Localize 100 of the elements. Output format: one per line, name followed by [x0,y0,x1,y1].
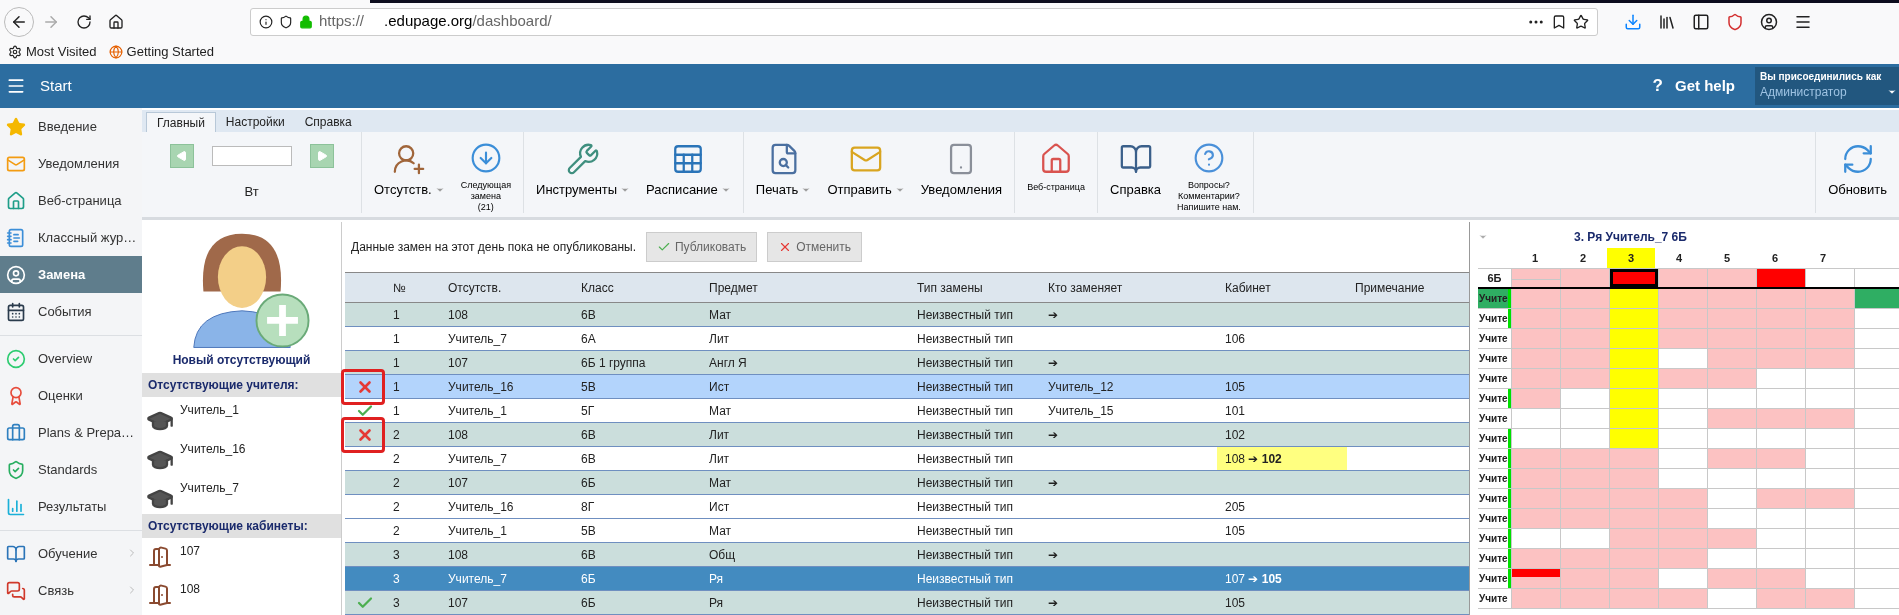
timetable-cell[interactable] [1512,409,1560,428]
timetable-cell[interactable] [1708,529,1756,548]
bookmark[interactable]: Most Visited [8,42,97,62]
menu-button[interactable]: Start [0,74,72,98]
star-icon[interactable] [1573,13,1589,30]
timetable-cell[interactable] [1512,509,1560,528]
teacher-label[interactable]: Учите [1478,409,1511,428]
timetable-cell[interactable] [1757,329,1805,348]
timetable-cell[interactable] [1757,569,1805,588]
timetable-cell[interactable] [1659,529,1707,548]
timetable-cell[interactable] [1855,449,1899,468]
timetable-cell[interactable] [1708,369,1756,388]
timetable-cell[interactable] [1806,509,1854,528]
ribbon-tab[interactable]: Главный [146,112,216,132]
timetable-cell[interactable] [1659,469,1707,488]
timetable-cell[interactable] [1855,309,1899,328]
column-header[interactable]: Тип замены [909,278,1040,297]
timetable-cell[interactable] [1561,429,1609,448]
timetable-cell[interactable] [1659,269,1707,287]
timetable-cell[interactable] [1610,549,1658,568]
teacher-label[interactable]: Учите [1478,389,1511,408]
timetable-cell[interactable] [1757,549,1805,568]
timetable-cell[interactable] [1757,369,1805,388]
timetable-cell[interactable] [1659,449,1707,468]
timetable-cell[interactable] [1708,449,1756,468]
timetable-cell[interactable] [1512,569,1560,588]
timetable-cell[interactable] [1708,569,1756,588]
account-icon[interactable] [1760,12,1778,31]
timetable-cell[interactable] [1757,529,1805,548]
timetable-cell[interactable] [1561,329,1609,348]
timetable-cell[interactable] [1855,329,1899,348]
timetable-cell[interactable] [1806,589,1854,608]
cancel-button[interactable]: Отменить [767,232,863,262]
period-header[interactable]: 2 [1559,248,1607,268]
toolbar-button[interactable]: Веб-страница [1019,132,1093,213]
timetable-cell[interactable] [1855,529,1899,548]
timetable-cell[interactable] [1806,409,1854,428]
timetable-cell[interactable] [1855,289,1899,308]
sidebar-item[interactable]: Уведомления [0,145,142,182]
timetable-cell[interactable] [1610,309,1658,328]
timetable-cell[interactable] [1806,549,1854,568]
period-header[interactable]: 5 [1703,248,1751,268]
timetable-cell[interactable] [1708,509,1756,528]
timetable-cell[interactable] [1708,289,1756,308]
timetable-cell[interactable] [1659,589,1707,608]
timetable-cell[interactable] [1610,389,1658,408]
timetable-cell[interactable] [1757,509,1805,528]
timetable-cell[interactable] [1659,389,1707,408]
timetable-cell[interactable] [1806,309,1854,328]
timetable-cell[interactable] [1757,309,1805,328]
table-row[interactable]: 3 108 6В Общ Неизвестный тип ➔ [345,543,1469,567]
timetable-cell[interactable] [1708,429,1756,448]
timetable-cell[interactable] [1659,509,1707,528]
absent-room[interactable]: 108 [180,580,201,599]
teacher-label[interactable]: Учите [1478,549,1511,568]
timetable-cell[interactable] [1708,489,1756,508]
sidebar-item[interactable]: Standards [0,451,142,488]
timetable-cell[interactable] [1806,289,1854,308]
timetable-cell[interactable] [1561,369,1609,388]
column-header[interactable]: Кто заменяет [1040,278,1217,297]
timetable-cell[interactable] [1806,489,1854,508]
timetable-cell[interactable] [1561,549,1609,568]
sidebar-item[interactable]: События [0,293,142,330]
timetable-cell[interactable] [1512,469,1560,488]
new-absent-link[interactable]: Новый отсутствующий [142,351,341,370]
period-header[interactable]: 7 [1799,248,1847,268]
table-row[interactable]: 2 107 6Б Мат Неизвестный тип ➔ [345,471,1469,495]
timetable-cell[interactable] [1610,369,1658,388]
timetable-cell[interactable] [1561,349,1609,368]
period-header[interactable]: 6 [1751,248,1799,268]
table-row[interactable]: 1 108 6В Мат Неизвестный тип ➔ [345,303,1469,327]
timetable-cell[interactable] [1610,509,1658,528]
timetable-cell[interactable] [1512,329,1560,348]
timetable-cell[interactable] [1610,269,1658,287]
teacher-label[interactable]: Учите [1478,349,1511,368]
timetable-cell[interactable] [1708,589,1756,608]
user-menu[interactable]: Вы присоединились как Администратор [1755,67,1899,105]
timetable-cell[interactable] [1561,529,1609,548]
timetable-cell[interactable] [1610,449,1658,468]
timetable-cell[interactable] [1659,309,1707,328]
timetable-cell[interactable] [1806,269,1854,287]
period-header[interactable]: 4 [1655,248,1703,268]
teacher-label[interactable]: Учите [1478,289,1511,308]
timetable-cell[interactable] [1806,369,1854,388]
timetable-cell[interactable] [1610,529,1658,548]
timetable-cell[interactable] [1806,329,1854,348]
timetable-cell[interactable] [1757,389,1805,408]
sidebar-item[interactable]: Результаты [0,488,142,525]
timetable-cell[interactable] [1512,289,1560,308]
table-row[interactable]: 2 Учитель_7 6В Лит Неизвестный тип 108 ➔ 102 [345,447,1469,471]
timetable-cell[interactable] [1806,569,1854,588]
absent-teacher[interactable]: Учитель_16 [180,440,246,459]
toolbar-button[interactable]: Инструменты [528,132,639,213]
timetable-cell[interactable] [1708,269,1756,287]
timetable-cell[interactable] [1806,389,1854,408]
timetable-cell[interactable] [1512,449,1560,468]
timetable-cell[interactable] [1659,349,1707,368]
timetable-cell[interactable] [1659,549,1707,568]
timetable-cell[interactable] [1855,269,1899,287]
reload-icon[interactable] [76,13,92,30]
